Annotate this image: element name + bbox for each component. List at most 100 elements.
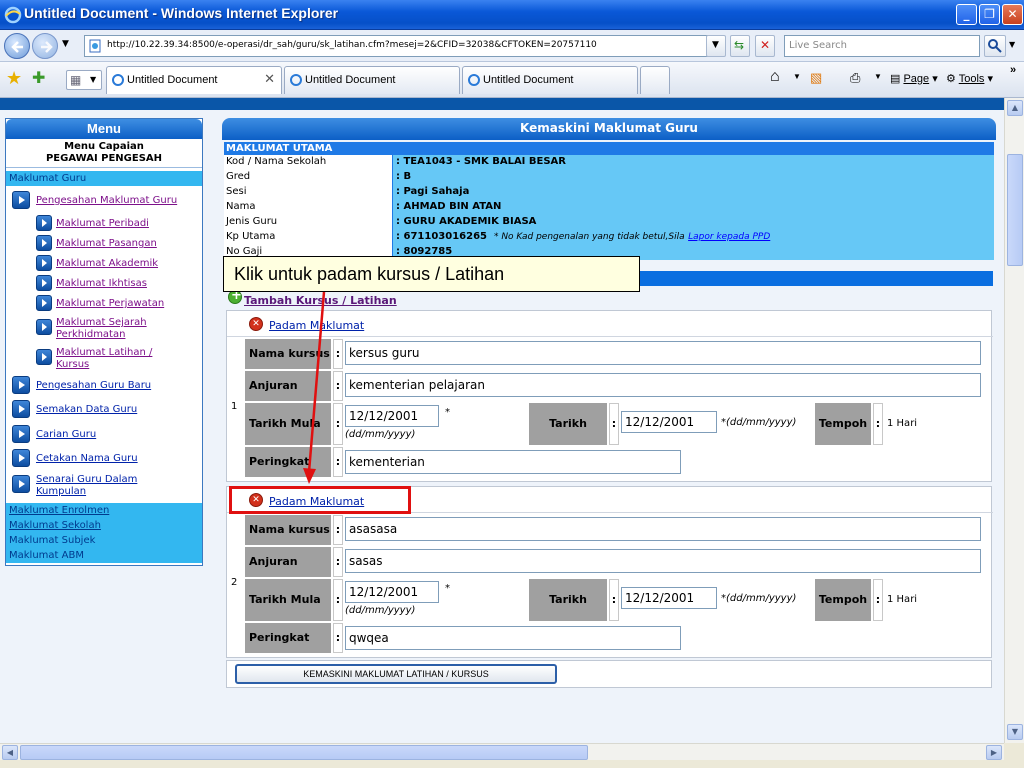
feeds-icon[interactable]: ▧ xyxy=(810,70,822,86)
scroll-thumb[interactable] xyxy=(1007,154,1023,266)
sidebar-subitem-latihan-line2[interactable]: Kursus xyxy=(56,359,89,370)
sidebar-section-enrolmen[interactable]: Maklumat Enrolmen xyxy=(6,503,202,518)
sidebar-section-sekolah[interactable]: Maklumat Sekolah xyxy=(6,518,202,533)
tarikh-mula-input[interactable]: 12/12/2001 xyxy=(345,581,439,603)
sidebar-item-senarai-guru[interactable]: Senarai Guru Dalam xyxy=(36,474,137,485)
close-window-button[interactable]: ✕ xyxy=(1002,4,1023,25)
scroll-corner xyxy=(1004,743,1024,760)
anjuran-input[interactable]: kementerian pelajaran xyxy=(345,373,981,397)
tab-3[interactable]: Untitled Document xyxy=(462,66,638,94)
colon: : xyxy=(333,339,343,369)
peringkat-input[interactable]: qwqea xyxy=(345,626,681,650)
sidebar-item-pengesahan-maklumat-guru[interactable]: Pengesahan Maklumat Guru xyxy=(36,195,177,206)
arrow-right-icon xyxy=(36,295,52,311)
tools-menu[interactable]: ⚙ Tools ▾ xyxy=(946,72,993,85)
quick-tabs-icon: ▦ xyxy=(70,73,82,87)
record-number: 2 xyxy=(231,577,238,588)
scroll-down-icon[interactable]: ▼ xyxy=(1007,724,1023,740)
sidebar-subitem-sejarah-line2[interactable]: Perkhidmatan xyxy=(56,329,125,340)
forward-button[interactable] xyxy=(32,33,58,59)
colon: : xyxy=(333,547,343,577)
sidebar-section-abm[interactable]: Maklumat ABM xyxy=(6,548,202,563)
address-dropdown-button[interactable]: ▼ xyxy=(706,35,726,57)
sidebar-subitem-perjawatan[interactable]: Maklumat Perjawatan xyxy=(56,298,164,309)
arrow-right-icon xyxy=(12,191,30,209)
tarikh-tamat-input[interactable]: 12/12/2001 xyxy=(621,587,717,609)
tempoh-label: Tempoh xyxy=(815,403,871,445)
sidebar-subitem-ikhtisas[interactable]: Maklumat Ikhtisas xyxy=(56,278,147,289)
scroll-left-icon[interactable]: ◀ xyxy=(2,745,18,760)
tarikh-tamat-input[interactable]: 12/12/2001 xyxy=(621,411,717,433)
minimize-button[interactable]: _ xyxy=(956,4,977,25)
address-field[interactable]: http://10.22.39.34:8500/e-operasi/dr_sah… xyxy=(84,35,724,57)
kemaskini-button[interactable]: KEMASKINI MAKLUMAT LATIHAN / KURSUS xyxy=(235,664,557,684)
info-value-text: AHMAD BIN ATAN xyxy=(403,201,502,212)
tarikh-tamat-label: Tarikh Tamat xyxy=(529,403,607,472)
sidebar-subitem-pasangan[interactable]: Maklumat Pasangan xyxy=(56,238,157,249)
stop-icon: ✕ xyxy=(760,38,771,52)
page-menu[interactable]: ▤ Page ▾ xyxy=(890,72,938,85)
add-favorites-icon[interactable]: ✚ xyxy=(32,68,45,87)
history-dropdown-icon[interactable]: ▼ xyxy=(62,39,69,49)
add-icon[interactable] xyxy=(228,288,242,304)
colon: : xyxy=(333,623,343,653)
info-row: Kp Utama : 671103016265 * No Kad pengena… xyxy=(224,230,994,245)
horizontal-scrollbar[interactable]: ◀ ▶ xyxy=(0,743,1004,760)
nama-kursus-input[interactable]: asasasa xyxy=(345,517,981,541)
padam-label: Padam Maklumat xyxy=(269,319,365,332)
sidebar-menu: Menu Menu Capaian PEGAWAI PENGESAH Maklu… xyxy=(5,118,203,566)
sidebar-subitem-peribadi[interactable]: Maklumat Peribadi xyxy=(56,218,149,229)
sidebar-item-semakan-data-guru[interactable]: Semakan Data Guru xyxy=(36,404,137,415)
sidebar-item-cetakan-nama-guru[interactable]: Cetakan Nama Guru xyxy=(36,453,138,464)
sidebar-subitem-akademik[interactable]: Maklumat Akademik xyxy=(56,258,158,269)
search-button[interactable] xyxy=(984,35,1006,57)
scroll-thumb[interactable] xyxy=(20,745,588,760)
sidebar-section-subjek[interactable]: Maklumat Subjek xyxy=(6,533,202,548)
chevron-more-icon[interactable]: » xyxy=(1010,64,1016,76)
print-icon[interactable]: ⎙ xyxy=(850,70,860,86)
anjuran-input[interactable]: sasas xyxy=(345,549,981,573)
sidebar-section-maklumat-guru[interactable]: Maklumat Guru xyxy=(6,171,202,186)
top-strip xyxy=(0,98,1004,110)
arrow-right-icon xyxy=(36,319,52,335)
search-input[interactable]: Live Search xyxy=(784,35,980,57)
restore-button[interactable]: ❐ xyxy=(979,4,1000,25)
scroll-up-icon[interactable]: ▲ xyxy=(1007,100,1023,116)
back-button[interactable] xyxy=(4,33,30,59)
search-options-icon[interactable]: ▼ xyxy=(1009,40,1015,49)
peringkat-input[interactable]: kementerian xyxy=(345,450,681,474)
tab-1[interactable]: Untitled Document ✕ xyxy=(106,66,282,94)
vertical-scrollbar[interactable]: ▲ ▼ xyxy=(1004,98,1024,743)
sidebar-item-carian-guru[interactable]: Carian Guru xyxy=(36,429,96,440)
stop-button[interactable]: ✕ xyxy=(755,35,775,57)
tambah-kursus-link[interactable]: Tambah Kursus / Latihan xyxy=(244,294,397,307)
url-text: http://10.22.39.34:8500/e-operasi/dr_sah… xyxy=(107,40,597,50)
title-bar: Untitled Document - Windows Internet Exp… xyxy=(0,0,1024,30)
sidebar-subitem-latihan[interactable]: Maklumat Latihan / xyxy=(56,347,152,358)
sidebar-item-pengesahan-guru-baru[interactable]: Pengesahan Guru Baru xyxy=(36,380,151,391)
chevron-down-icon[interactable]: ▼ xyxy=(874,72,882,81)
menu-capaian: Menu Capaian PEGAWAI PENGESAH xyxy=(6,139,202,168)
nama-kursus-input[interactable]: kersus guru xyxy=(345,341,981,365)
tab-2[interactable]: Untitled Document xyxy=(284,66,460,94)
quick-tabs-button[interactable]: ▦ ▼ xyxy=(66,70,102,90)
page-menu-label: Page xyxy=(903,73,930,85)
new-tab-button[interactable] xyxy=(640,66,670,94)
sidebar-item-senarai-guru-line2[interactable]: Kumpulan xyxy=(36,486,86,497)
favorites-star-icon[interactable]: ★ xyxy=(6,68,22,89)
chevron-down-icon[interactable]: ▼ xyxy=(793,72,801,81)
tarikh-mula-label: Tarikh Mula xyxy=(245,403,331,445)
tarikh-mula-input[interactable]: 12/12/2001 xyxy=(345,405,439,427)
home-icon[interactable]: ⌂ xyxy=(770,68,780,86)
arrow-right-icon xyxy=(12,425,30,443)
refresh-button[interactable]: ⇆ xyxy=(730,35,750,57)
course-record: 1 ✕ Padam Maklumat Nama kursus : kersus … xyxy=(226,310,993,482)
sidebar-subitem-sejarah[interactable]: Maklumat Sejarah xyxy=(56,317,147,328)
forward-arrow-icon xyxy=(41,41,53,53)
tarikh-tamat-label: Tarikh Tamat xyxy=(529,579,607,648)
colon: : xyxy=(609,403,619,445)
scroll-right-icon[interactable]: ▶ xyxy=(986,745,1002,760)
close-tab-icon[interactable]: ✕ xyxy=(264,72,275,87)
lapor-ppd-link[interactable]: Lapor kepada PPD xyxy=(688,232,770,242)
peringkat-label: Peringkat xyxy=(245,623,331,653)
